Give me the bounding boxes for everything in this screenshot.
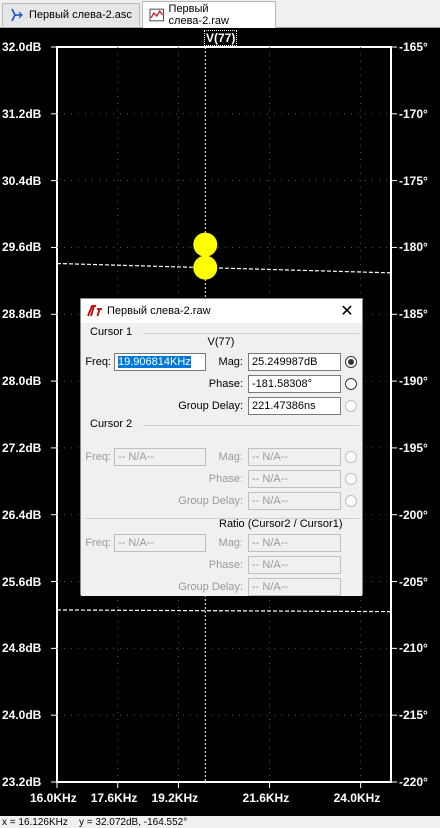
cursor1-freq-label: Freq: bbox=[85, 356, 111, 368]
cursor1-phase-label: Phase: bbox=[208, 378, 243, 390]
cursor1-mag-radio[interactable] bbox=[345, 356, 357, 368]
ratio-gd-field[interactable]: -- N/A-- bbox=[248, 578, 341, 596]
x-tick-label: 16.0KHz bbox=[30, 791, 77, 805]
status-bar: x = 16.126KHz y = 32.072dB, -164.552° bbox=[0, 816, 440, 828]
right-tick-label: -215° bbox=[399, 708, 428, 723]
dialog-titlebar[interactable]: Первый слева-2.raw ✕ bbox=[81, 299, 362, 323]
waveform-icon bbox=[149, 8, 165, 22]
x-tick-label: 17.6KHz bbox=[90, 791, 138, 805]
right-tick-label: -170° bbox=[399, 106, 428, 121]
dialog-body: Cursor 1 V(77) Freq: 19.906814KHz Mag: 2… bbox=[81, 323, 362, 596]
cursor2-mag-field[interactable]: -- N/A-- bbox=[248, 448, 341, 466]
dialog-title: Первый слева-2.raw bbox=[107, 305, 211, 317]
cursor-readout: x = 16.126KHz y = 32.072dB, -164.552° bbox=[2, 816, 188, 828]
ratio-phase-field[interactable]: -- N/A-- bbox=[248, 556, 341, 574]
left-tick-label: 26.4dB bbox=[2, 507, 42, 522]
cursor1-phase-marker bbox=[193, 232, 218, 257]
cursor2-phase-field[interactable]: -- N/A-- bbox=[248, 470, 341, 488]
cursor1-mag-label: Mag: bbox=[218, 356, 243, 368]
cursor2-gd-radio[interactable] bbox=[345, 495, 357, 507]
right-tick-label: -210° bbox=[399, 641, 428, 656]
x-tick-label: 19.2KHz bbox=[151, 791, 199, 805]
right-tick-label: -175° bbox=[399, 173, 428, 188]
cursor1-phase-radio[interactable] bbox=[345, 378, 357, 390]
tab-waveform[interactable]: Первый слева-2.raw bbox=[142, 1, 276, 28]
cursor2-group-label: Cursor 2 bbox=[90, 418, 133, 430]
ratio-mag-field[interactable]: -- N/A-- bbox=[248, 534, 341, 552]
ratio-group-label: Ratio (Cursor2 / Cursor1) bbox=[219, 518, 343, 530]
tab-label: Первый слева-2.raw bbox=[168, 3, 229, 27]
left-tick-label: 28.8dB bbox=[2, 307, 42, 322]
waveform-viewer: Первый слева-2.asc Первый слева-2.raw V(… bbox=[0, 0, 440, 828]
right-tick-label: -195° bbox=[399, 440, 428, 455]
cursor2-phase-radio[interactable] bbox=[345, 473, 357, 485]
close-icon[interactable]: ✕ bbox=[338, 301, 356, 321]
right-tick-label: -220° bbox=[399, 775, 428, 789]
cursor2-mag-label: Mag: bbox=[218, 451, 243, 463]
left-tick-label: 27.2dB bbox=[2, 440, 42, 455]
cursor1-group-label: Cursor 1 bbox=[90, 326, 133, 338]
right-tick-label: -165° bbox=[399, 40, 428, 54]
cursor1-freq-field[interactable]: 19.906814KHz bbox=[114, 353, 206, 371]
ltspice-logo-icon bbox=[87, 305, 102, 317]
x-tick-label: 24.0KHz bbox=[333, 791, 381, 805]
cursor1-mag-field[interactable]: 25.249987dB bbox=[248, 353, 341, 371]
tab-bar: Первый слева-2.asc Первый слева-2.raw bbox=[0, 0, 440, 28]
left-tick-label: 24.8dB bbox=[2, 641, 42, 656]
left-tick-label: 24.0dB bbox=[2, 708, 42, 723]
right-tick-label: -205° bbox=[399, 574, 428, 589]
cursor2-mag-radio[interactable] bbox=[345, 451, 357, 463]
ratio-mag-label: Mag: bbox=[218, 537, 243, 549]
left-tick-label: 25.6dB bbox=[2, 574, 42, 589]
left-tick-label: 30.4dB bbox=[2, 173, 42, 188]
cursor1-gd-field[interactable]: 221.47386ns bbox=[248, 397, 341, 415]
tab-label: Первый слева-2.asc bbox=[29, 9, 132, 21]
cursor1-trace-name: V(77) bbox=[207, 336, 235, 348]
cursor2-gd-label: Group Delay: bbox=[178, 495, 243, 507]
left-tick-label: 28.0dB bbox=[2, 374, 42, 389]
cursor2-phase-label: Phase: bbox=[208, 473, 243, 485]
schematic-icon bbox=[11, 8, 23, 22]
left-tick-label: 23.2dB bbox=[2, 775, 42, 789]
cursor1-mag-marker bbox=[193, 255, 218, 280]
cursor1-gd-radio[interactable] bbox=[345, 400, 357, 412]
trace-label[interactable]: V(77) bbox=[204, 30, 238, 46]
right-tick-label: -190° bbox=[399, 374, 428, 389]
ratio-freq-field[interactable]: -- N/A-- bbox=[114, 534, 206, 552]
phase-trace bbox=[56, 262, 392, 274]
ratio-freq-label: Freq: bbox=[85, 537, 111, 549]
x-tick-label: 21.6KHz bbox=[242, 791, 290, 805]
cursor1-gd-label: Group Delay: bbox=[178, 400, 243, 412]
left-tick-label: 31.2dB bbox=[2, 106, 42, 121]
right-tick-label: -200° bbox=[399, 507, 428, 522]
tab-schematic[interactable]: Первый слева-2.asc bbox=[2, 3, 140, 26]
cursor1-phase-field[interactable]: -181.58308° bbox=[248, 375, 341, 393]
cursor2-divider bbox=[143, 425, 359, 426]
right-tick-label: -180° bbox=[399, 240, 428, 255]
right-tick-label: -185° bbox=[399, 307, 428, 322]
left-tick-label: 29.6dB bbox=[2, 240, 42, 255]
cursor2-gd-field[interactable]: -- N/A-- bbox=[248, 492, 341, 510]
cursor1-divider bbox=[143, 333, 359, 334]
left-tick-label: 32.0dB bbox=[2, 40, 42, 54]
cursor-dialog: Первый слева-2.raw ✕ Cursor 1 V(77) Freq… bbox=[80, 298, 363, 596]
cursor2-freq-label: Freq: bbox=[85, 451, 111, 463]
cursor2-freq-field[interactable]: -- N/A-- bbox=[114, 448, 206, 466]
ratio-phase-label: Phase: bbox=[208, 559, 243, 571]
magnitude-trace bbox=[56, 609, 392, 613]
ratio-gd-label: Group Delay: bbox=[178, 581, 243, 593]
